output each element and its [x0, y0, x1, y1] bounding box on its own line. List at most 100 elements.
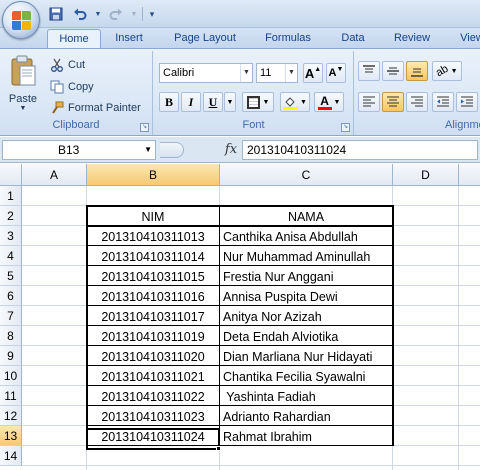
decrease-indent-icon: [437, 96, 449, 107]
orientation-button[interactable]: ab ▼: [432, 61, 462, 81]
tab-review[interactable]: Review: [386, 29, 438, 48]
nama-cell[interactable]: Annisa Puspita Dewi: [220, 287, 392, 307]
tab-view[interactable]: View: [452, 29, 480, 48]
column-header-b[interactable]: B: [87, 164, 220, 186]
office-button[interactable]: [2, 1, 40, 39]
row-header[interactable]: 3: [0, 226, 22, 246]
align-right-button[interactable]: [406, 92, 428, 112]
tab-page-layout[interactable]: Page Layout: [166, 29, 244, 48]
nama-cell[interactable]: Yashinta Fadiah: [220, 387, 392, 407]
underline-button[interactable]: U: [203, 92, 223, 112]
grow-font-button[interactable]: A ▲: [303, 63, 323, 83]
fill-handle[interactable]: [216, 446, 221, 451]
nim-cell[interactable]: 201310410311013: [87, 227, 219, 247]
align-center-button[interactable]: [382, 92, 404, 112]
column-header-c[interactable]: C: [220, 164, 393, 186]
increase-indent-button[interactable]: [456, 92, 478, 112]
nim-cell[interactable]: 201310410311017: [87, 307, 219, 327]
nama-cell[interactable]: Canthika Anisa Abdullah: [220, 227, 392, 247]
row-header[interactable]: 14: [0, 446, 22, 466]
shrink-font-button[interactable]: A ▼: [326, 63, 346, 83]
row-header[interactable]: 5: [0, 266, 22, 286]
align-top-icon: [363, 65, 375, 73]
formula-input[interactable]: 201310410311024: [242, 140, 478, 160]
cut-label: Cut: [68, 59, 86, 71]
row-header[interactable]: 13: [0, 426, 22, 446]
row-header[interactable]: 2: [0, 206, 22, 226]
tab-home[interactable]: Home: [47, 29, 101, 48]
nim-cell[interactable]: 201310410311022: [87, 387, 219, 407]
row-header[interactable]: 6: [0, 286, 22, 306]
undo-dropdown-icon[interactable]: ▼: [94, 5, 102, 23]
nim-cell[interactable]: 201310410311021: [87, 367, 219, 387]
customize-qat-icon[interactable]: ▾: [147, 5, 157, 23]
gridline: [22, 465, 480, 466]
header-cell-nim[interactable]: NIM: [87, 207, 219, 227]
clipboard-launcher-icon[interactable]: ↘: [140, 123, 149, 132]
name-box[interactable]: B13 ▼: [2, 140, 156, 160]
row-header[interactable]: 8: [0, 326, 22, 346]
tab-insert[interactable]: Insert: [106, 29, 152, 48]
align-left-button[interactable]: [358, 92, 380, 112]
borders-button[interactable]: ▼: [242, 92, 274, 112]
nim-cell[interactable]: 201310410311019: [87, 327, 219, 347]
tab-data[interactable]: Data: [333, 29, 373, 48]
nama-cell[interactable]: Rahmat Ibrahim: [220, 427, 392, 447]
font-name-combo[interactable]: Calibri ▼: [159, 63, 253, 83]
nim-cell[interactable]: 201310410311023: [87, 407, 219, 427]
row-header[interactable]: 9: [0, 346, 22, 366]
align-middle-icon: [387, 67, 399, 75]
underline-dropdown-button[interactable]: ▼: [224, 92, 236, 112]
align-right-icon: [411, 96, 423, 107]
row-header[interactable]: 1: [0, 186, 22, 206]
align-bottom-button[interactable]: [406, 61, 428, 81]
undo-icon[interactable]: [70, 5, 90, 23]
save-icon[interactable]: [46, 5, 66, 23]
row-header[interactable]: 4: [0, 246, 22, 266]
row-header[interactable]: 7: [0, 306, 22, 326]
redo-dropdown-icon[interactable]: ▼: [130, 5, 138, 23]
nim-cell[interactable]: 201310410311014: [87, 247, 219, 267]
header-cell-nama[interactable]: NAMA: [220, 207, 392, 227]
decrease-indent-button[interactable]: [432, 92, 454, 112]
format-painter-button[interactable]: Format Painter: [50, 98, 141, 118]
formula-bar-splitter[interactable]: [160, 140, 218, 160]
row-header[interactable]: 11: [0, 386, 22, 406]
column-header-e[interactable]: [459, 164, 480, 186]
nama-cell[interactable]: Chantika Fecilia Syawalni: [220, 367, 392, 387]
align-middle-button[interactable]: [382, 61, 404, 81]
column-header-a[interactable]: A: [22, 164, 87, 186]
name-box-value: B13: [58, 143, 80, 157]
fill-color-button[interactable]: ▼: [280, 92, 310, 112]
nama-cell[interactable]: Anitya Nor Azizah: [220, 307, 392, 327]
nama-cell[interactable]: Adrianto Rahardian: [220, 407, 392, 427]
nim-cell[interactable]: 201310410311020: [87, 347, 219, 367]
format-painter-label: Format Painter: [68, 102, 141, 114]
tab-formulas[interactable]: Formulas: [256, 29, 320, 48]
font-name-dropdown-icon[interactable]: ▼: [240, 64, 252, 82]
font-size-dropdown-icon[interactable]: ▼: [285, 64, 297, 82]
nama-cell[interactable]: Dian Marliana Nur Hidayati: [220, 347, 392, 367]
select-all-button[interactable]: [0, 164, 22, 186]
nama-cell[interactable]: Frestia Nur Anggani: [220, 267, 392, 287]
italic-button[interactable]: I: [181, 92, 201, 112]
copy-button[interactable]: Copy: [50, 77, 94, 97]
font-color-button[interactable]: A ▼: [314, 92, 344, 112]
align-top-button[interactable]: [358, 61, 380, 81]
font-launcher-icon[interactable]: ↘: [341, 123, 350, 132]
nama-cell[interactable]: Deta Endah Alviotika: [220, 327, 392, 347]
nim-cell[interactable]: 201310410311015: [87, 267, 219, 287]
cut-button[interactable]: Cut: [50, 55, 85, 75]
insert-function-icon[interactable]: fx: [222, 140, 240, 160]
column-header-d[interactable]: D: [393, 164, 459, 186]
row-header[interactable]: 10: [0, 366, 22, 386]
bold-button[interactable]: B: [159, 92, 179, 112]
name-box-dropdown-icon[interactable]: ▼: [144, 141, 152, 159]
nama-cell[interactable]: Nur Muhammad Aminullah: [220, 247, 392, 267]
nim-cell[interactable]: 201310410311016: [87, 287, 219, 307]
paste-button[interactable]: Paste ▼: [4, 53, 42, 115]
formula-bar: B13 ▼ fx 201310410311024: [0, 137, 480, 163]
row-header[interactable]: 12: [0, 406, 22, 426]
redo-icon[interactable]: [106, 5, 126, 23]
font-size-combo[interactable]: 11 ▼: [256, 63, 298, 83]
